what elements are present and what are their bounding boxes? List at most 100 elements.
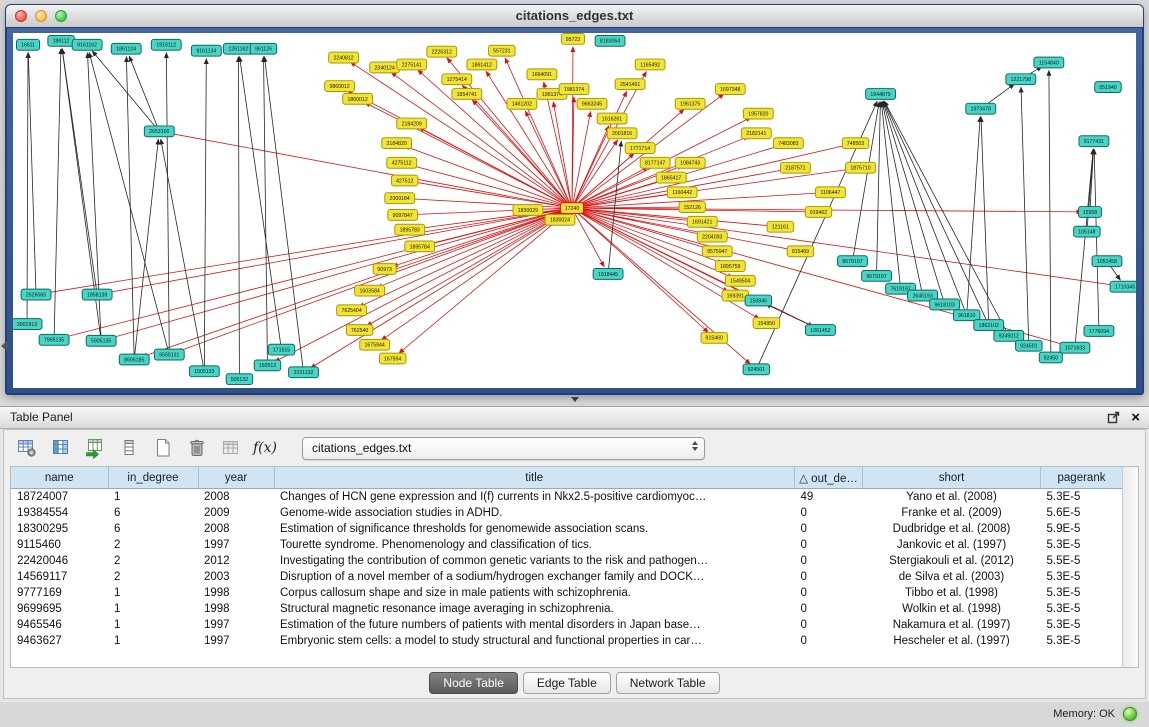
- table-cell[interactable]: 2: [108, 569, 198, 585]
- table-cell[interactable]: 1997: [198, 617, 274, 633]
- table-cell[interactable]: 0: [795, 585, 863, 601]
- table-settings-button[interactable]: [14, 435, 40, 461]
- table-cell[interactable]: 22420046: [11, 553, 108, 569]
- table-cell[interactable]: 2012: [198, 553, 274, 569]
- graph-edge[interactable]: [109, 208, 572, 339]
- graph-edge[interactable]: [572, 47, 573, 208]
- table-cell[interactable]: Disruption of a novel member of a sodium…: [274, 569, 795, 585]
- table-cell[interactable]: 1997: [198, 633, 274, 649]
- table-row[interactable]: 946362711997Embryonic stem cells: a mode…: [11, 633, 1123, 649]
- table-cell[interactable]: 5.3E-5: [1041, 489, 1123, 506]
- close-panel-button[interactable]: ×: [1131, 411, 1140, 424]
- graph-edge[interactable]: [89, 52, 169, 354]
- graph-edge[interactable]: [44, 208, 572, 293]
- table-cell[interactable]: 0: [795, 633, 863, 649]
- table-cell[interactable]: 1998: [198, 585, 274, 601]
- graph-edge[interactable]: [572, 208, 1117, 286]
- column-header-out_de[interactable]: △ out_de…: [795, 467, 863, 489]
- graph-edge[interactable]: [204, 59, 206, 372]
- tab-network-table[interactable]: Network Table: [616, 672, 720, 694]
- graph-edge[interactable]: [553, 102, 572, 208]
- table-cell[interactable]: Corpus callosum shape and size in male p…: [274, 585, 795, 601]
- table-source-select[interactable]: citations_edges.txt: [302, 437, 705, 460]
- graph-edge[interactable]: [166, 53, 169, 355]
- graph-edge[interactable]: [877, 102, 881, 276]
- graph-edge[interactable]: [54, 49, 61, 340]
- column-header-pagerank[interactable]: pagerank: [1041, 467, 1123, 489]
- collapse-panel-arrow[interactable]: [1, 341, 7, 351]
- graph-edge[interactable]: [134, 139, 158, 359]
- table-row[interactable]: 969969511998Structural magnetic resonanc…: [11, 601, 1123, 617]
- table-cell[interactable]: 9699695: [11, 601, 108, 617]
- table-cell[interactable]: 9463627: [11, 633, 108, 649]
- table-cell[interactable]: 5.3E-5: [1041, 601, 1123, 617]
- graph-edge[interactable]: [572, 169, 853, 208]
- table-cell[interactable]: 1: [108, 489, 198, 506]
- graph-edge[interactable]: [967, 117, 980, 316]
- graph-edge[interactable]: [413, 182, 572, 208]
- table-cell[interactable]: 9465546: [11, 617, 108, 633]
- graph-edge[interactable]: [177, 208, 572, 352]
- graph-edge[interactable]: [505, 58, 572, 208]
- table-cell[interactable]: 0: [795, 601, 863, 617]
- graph-edge[interactable]: [882, 102, 922, 296]
- table-cell[interactable]: 1: [108, 617, 198, 633]
- column-header-in_degree[interactable]: in_degree: [108, 467, 198, 489]
- table-cell[interactable]: Franke et al. (2009): [863, 505, 1041, 521]
- table-cell[interactable]: 2009: [198, 505, 274, 521]
- table-cell[interactable]: 2: [108, 553, 198, 569]
- rename-table-button[interactable]: [218, 435, 244, 461]
- table-cell[interactable]: 19384554: [11, 505, 108, 521]
- table-cell[interactable]: 49: [795, 489, 863, 506]
- table-cell[interactable]: 1: [108, 585, 198, 601]
- table-cell[interactable]: 14569117: [11, 569, 108, 585]
- table-row[interactable]: 2242004622012Investigating the contribut…: [11, 553, 1123, 569]
- graph-edge[interactable]: [1094, 149, 1099, 331]
- graph-edge[interactable]: [981, 117, 989, 325]
- table-cell[interactable]: Genome-wide association studies in ADHD.: [274, 505, 795, 521]
- table-cell[interactable]: 6: [108, 505, 198, 521]
- graph-edge[interactable]: [365, 103, 572, 209]
- table-cell[interactable]: Jankovic et al. (1997): [863, 537, 1041, 553]
- citation-network-graph[interactable]: 1724021842092184820427511242751220091849…: [13, 33, 1136, 388]
- graph-edge[interactable]: [161, 139, 205, 371]
- table-row[interactable]: 1938455462009Genome-wide association stu…: [11, 505, 1123, 521]
- graph-edge[interactable]: [1087, 149, 1093, 232]
- function-builder-button[interactable]: f(x): [252, 435, 278, 461]
- graph-edge[interactable]: [359, 208, 572, 307]
- table-cell[interactable]: 2: [108, 537, 198, 553]
- table-cell[interactable]: Dudbridge et al. (2008): [863, 521, 1041, 537]
- table-cell[interactable]: 1997: [198, 537, 274, 553]
- graph-edge[interactable]: [238, 57, 239, 380]
- table-row[interactable]: 1872400712008Changes of HCN gene express…: [11, 489, 1123, 506]
- table-cell[interactable]: 5.6E-5: [1041, 505, 1123, 521]
- table-cell[interactable]: 2003: [198, 569, 274, 585]
- table-cell[interactable]: Tourette syndrome. Phenomenology and cla…: [274, 537, 795, 553]
- table-cell[interactable]: 0: [795, 569, 863, 585]
- table-cell[interactable]: Nakamura et al. (1997): [863, 617, 1041, 633]
- table-row[interactable]: 946554611997Estimation of the future num…: [11, 617, 1123, 633]
- table-cell[interactable]: 0: [795, 617, 863, 633]
- column-header-name[interactable]: name: [11, 467, 108, 489]
- graph-edge[interactable]: [1021, 87, 1029, 346]
- column-list-button[interactable]: [116, 435, 142, 461]
- graph-edge[interactable]: [1075, 149, 1093, 348]
- table-cell[interactable]: Tibbo et al. (1998): [863, 585, 1041, 601]
- table-cell[interactable]: 0: [795, 553, 863, 569]
- table-vertical-scrollbar[interactable]: [1122, 467, 1138, 667]
- table-cell[interactable]: 5.3E-5: [1041, 617, 1123, 633]
- table-cell[interactable]: 18300295: [11, 521, 108, 537]
- table-cell[interactable]: 1: [108, 601, 198, 617]
- table-cell[interactable]: Structural magnetic resonance image aver…: [274, 601, 795, 617]
- graph-edge[interactable]: [28, 53, 36, 295]
- graph-edge[interactable]: [27, 53, 28, 324]
- new-table-button[interactable]: [150, 435, 176, 461]
- table-row[interactable]: 1830029562008Estimation of significance …: [11, 521, 1123, 537]
- column-header-year[interactable]: year: [198, 467, 274, 489]
- table-cell[interactable]: Estimation of significance thresholds fo…: [274, 521, 795, 537]
- graph-edge[interactable]: [129, 56, 159, 131]
- graph-edge[interactable]: [92, 51, 159, 131]
- graph-edge[interactable]: [240, 57, 282, 350]
- table-cell[interactable]: 5.3E-5: [1041, 537, 1123, 553]
- table-cell[interactable]: 9115460: [11, 537, 108, 553]
